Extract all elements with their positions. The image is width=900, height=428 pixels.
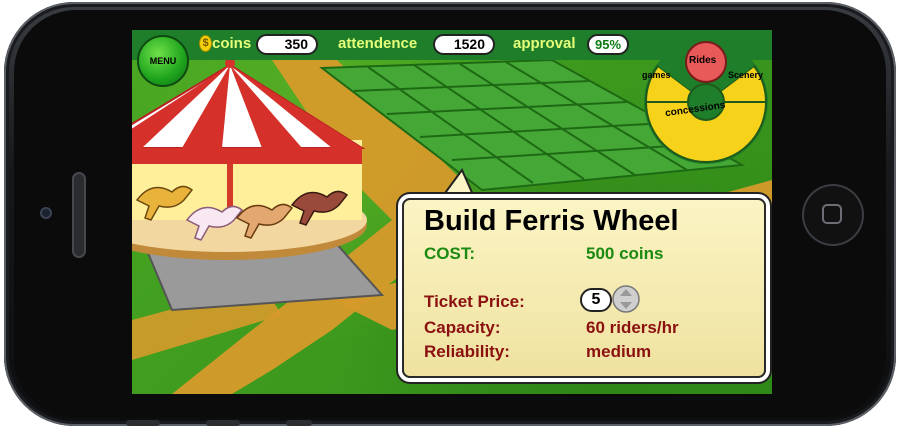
popup-title: Build Ferris Wheel <box>424 205 679 237</box>
capacity-value: 60 riders/hr <box>586 318 679 337</box>
capacity-label: Capacity: <box>424 318 501 337</box>
cost-label: COST: <box>424 244 475 263</box>
coins-label: coins <box>212 35 252 52</box>
ticket-price-label: Ticket Price: <box>424 292 525 311</box>
cost-value: 500 coins <box>586 244 664 263</box>
approval-label: approval <box>513 35 576 52</box>
phone-side-button <box>126 420 160 426</box>
ticket-price-stepper[interactable] <box>612 284 640 314</box>
phone-side-button <box>206 420 240 426</box>
attendence-label: attendence <box>338 35 418 52</box>
phone-speaker <box>72 172 86 258</box>
home-square-icon <box>822 204 842 224</box>
rides-label[interactable]: Rides <box>689 55 716 66</box>
menu-button[interactable]: MENU <box>137 35 189 87</box>
phone-side-button <box>286 420 312 426</box>
coin-icon: $ <box>199 35 212 52</box>
build-popup: Build Ferris Wheel COST: 500 coins Ticke… <box>402 198 766 378</box>
games-label[interactable]: games <box>642 70 671 80</box>
home-button[interactable] <box>802 184 864 246</box>
reliability-value: medium <box>586 342 652 361</box>
approval-value: 95% <box>587 34 629 55</box>
attendence-value: 1520 <box>433 34 495 55</box>
menu-button-label: MENU <box>149 56 177 66</box>
game-screen: MENU $ coins 350 attendence 1520 approva… <box>132 30 772 394</box>
scenery-label[interactable]: Scenery <box>728 70 763 80</box>
phone-camera <box>40 207 52 219</box>
reliability-label: Reliability: <box>424 342 510 361</box>
coins-value: 350 <box>256 34 318 55</box>
ticket-price-input[interactable]: 5 <box>580 288 612 312</box>
